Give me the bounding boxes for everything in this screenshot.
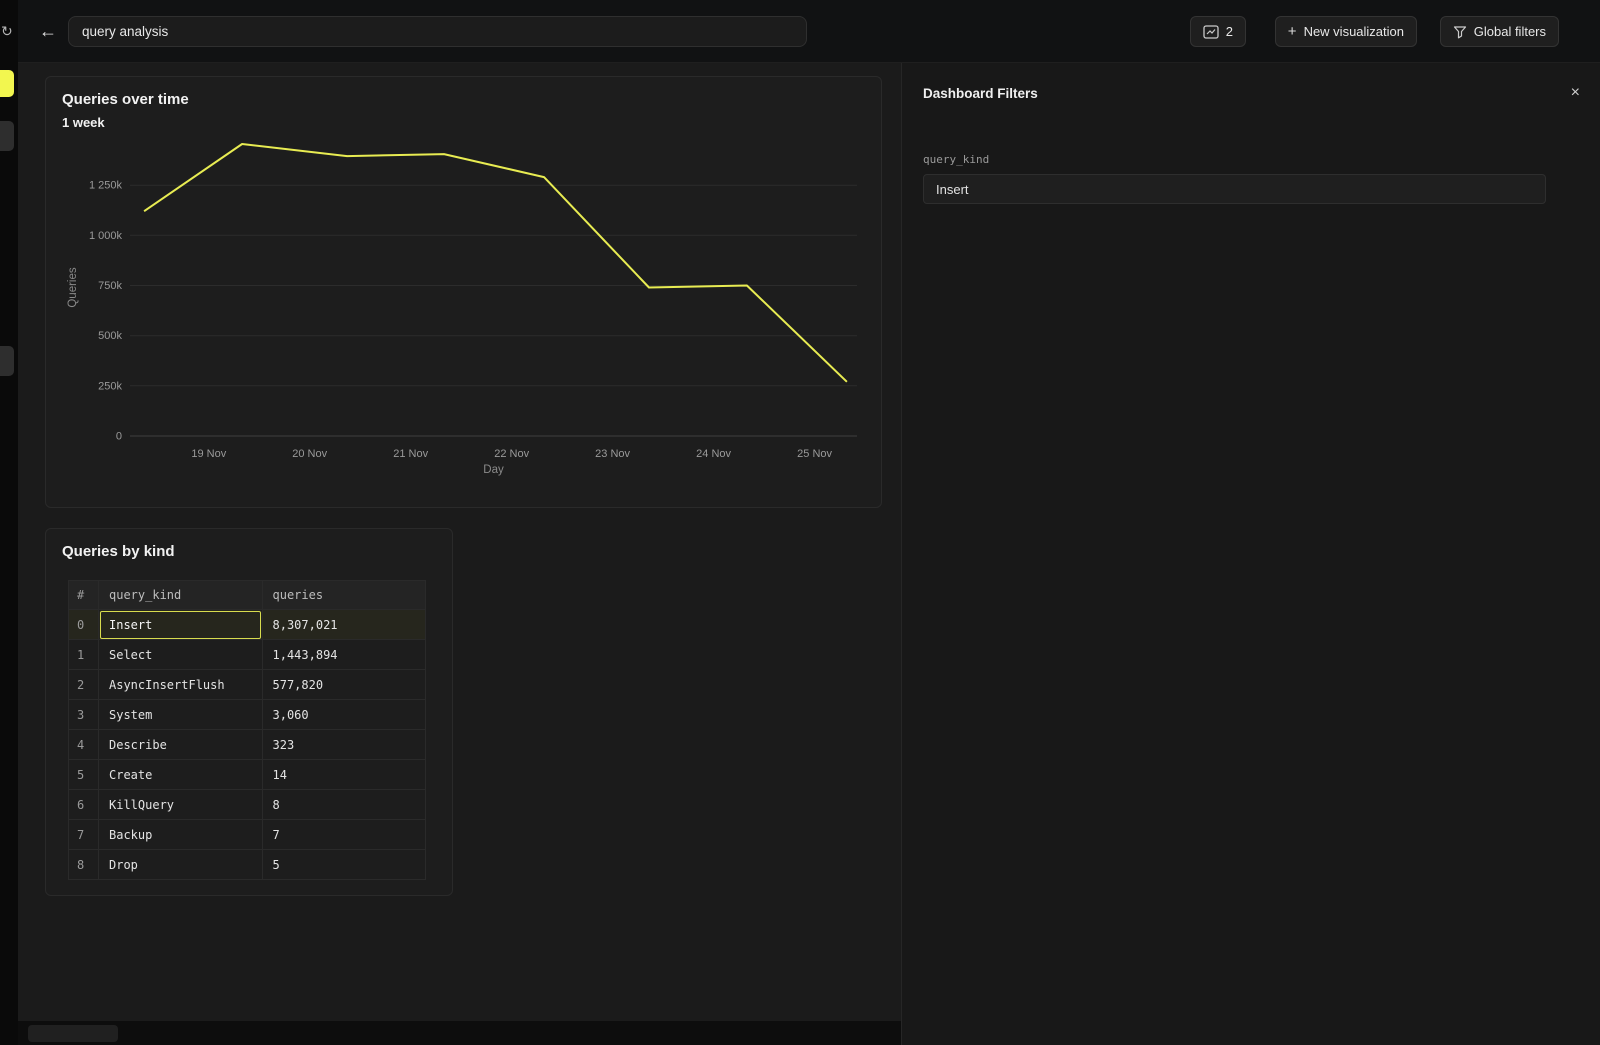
svg-text:25 Nov: 25 Nov [797,448,832,460]
topbar: ← 2 + New visualization Global filters [18,0,1600,63]
left-rail: ↻ [0,0,18,1045]
app-window: ↻ ← 2 + New visualization Global filters [0,0,1600,1045]
table-row[interactable]: 3System3,060 [69,700,426,730]
plus-icon: + [1288,24,1297,39]
visualization-count-button[interactable]: 2 [1190,16,1246,47]
svg-text:22 Nov: 22 Nov [494,448,529,460]
svg-text:21 Nov: 21 Nov [393,448,428,460]
queries-line-chart[interactable]: 0 250k 500k 750k 1 000k 1 250k 19 Nov 20 Nov 21 … [52,131,882,481]
filter-field-value: Insert [936,182,969,197]
svg-text:750k: 750k [98,280,122,292]
chart-subtitle: 1 week [62,115,105,130]
table-row[interactable]: 4Describe323 [69,730,426,760]
svg-text:19 Nov: 19 Nov [191,448,226,460]
history-refresh-icon[interactable]: ↻ [1,23,13,40]
queries-by-kind-table: #query_kindqueries 0Insert8,307,0211Sele… [68,580,426,880]
dashboard-canvas: Queries over time 1 week 0 250k 500k 750k 1 … [18,63,901,1045]
table-title: Queries by kind [62,543,175,560]
svg-text:1 250k: 1 250k [89,180,123,192]
rail-item[interactable] [0,346,14,376]
filter-field-label: query_kind [923,153,1546,166]
funnel-icon [1453,25,1467,39]
svg-text:Day: Day [483,464,504,476]
svg-text:23 Nov: 23 Nov [595,448,630,460]
column-header[interactable]: query_kind [99,581,263,610]
bottom-bar [18,1021,901,1045]
table-card-queries-by-kind[interactable]: Queries by kind #query_kindqueries 0Inse… [45,528,453,896]
chart-title: Queries over time [62,91,189,108]
rail-item-active[interactable] [0,70,14,97]
query-kind-filter-select[interactable]: Insert [923,174,1546,204]
svg-text:500k: 500k [98,330,122,342]
filter-field-query-kind: query_kind Insert [923,153,1546,204]
bottom-left-control[interactable] [28,1025,118,1042]
svg-text:Queries: Queries [67,267,79,308]
back-button[interactable]: ← [34,17,62,45]
table-row[interactable]: 1Select1,443,894 [69,640,426,670]
dashboard-title-input[interactable] [68,16,807,47]
rail-item[interactable] [0,121,14,151]
table-row[interactable]: 7Backup7 [69,820,426,850]
svg-text:0: 0 [116,431,122,443]
table-header-row: #query_kindqueries [69,581,426,610]
global-filters-label: Global filters [1474,24,1546,39]
table-row[interactable]: 0Insert8,307,021 [69,610,426,640]
filters-panel-title: Dashboard Filters [923,86,1038,101]
column-header[interactable]: # [69,581,99,610]
panel-icon [1203,25,1219,39]
table-row[interactable]: 8Drop5 [69,850,426,880]
chart-card-queries-over-time[interactable]: Queries over time 1 week 0 250k 500k 750k 1 … [45,76,882,508]
column-header[interactable]: queries [262,581,426,610]
table-row[interactable]: 2AsyncInsertFlush577,820 [69,670,426,700]
svg-text:250k: 250k [98,380,122,392]
visualization-count: 2 [1226,24,1233,39]
dashboard-filters-panel: Dashboard Filters × query_kind Insert [901,63,1600,1045]
close-icon[interactable]: × [1571,85,1580,101]
svg-text:1 000k: 1 000k [89,230,123,242]
table-row[interactable]: 6KillQuery8 [69,790,426,820]
global-filters-button[interactable]: Global filters [1440,16,1559,47]
svg-text:20 Nov: 20 Nov [292,448,327,460]
svg-text:24 Nov: 24 Nov [696,448,731,460]
table-row[interactable]: 5Create14 [69,760,426,790]
new-visualization-label: New visualization [1304,24,1404,39]
new-visualization-button[interactable]: + New visualization [1275,16,1417,47]
